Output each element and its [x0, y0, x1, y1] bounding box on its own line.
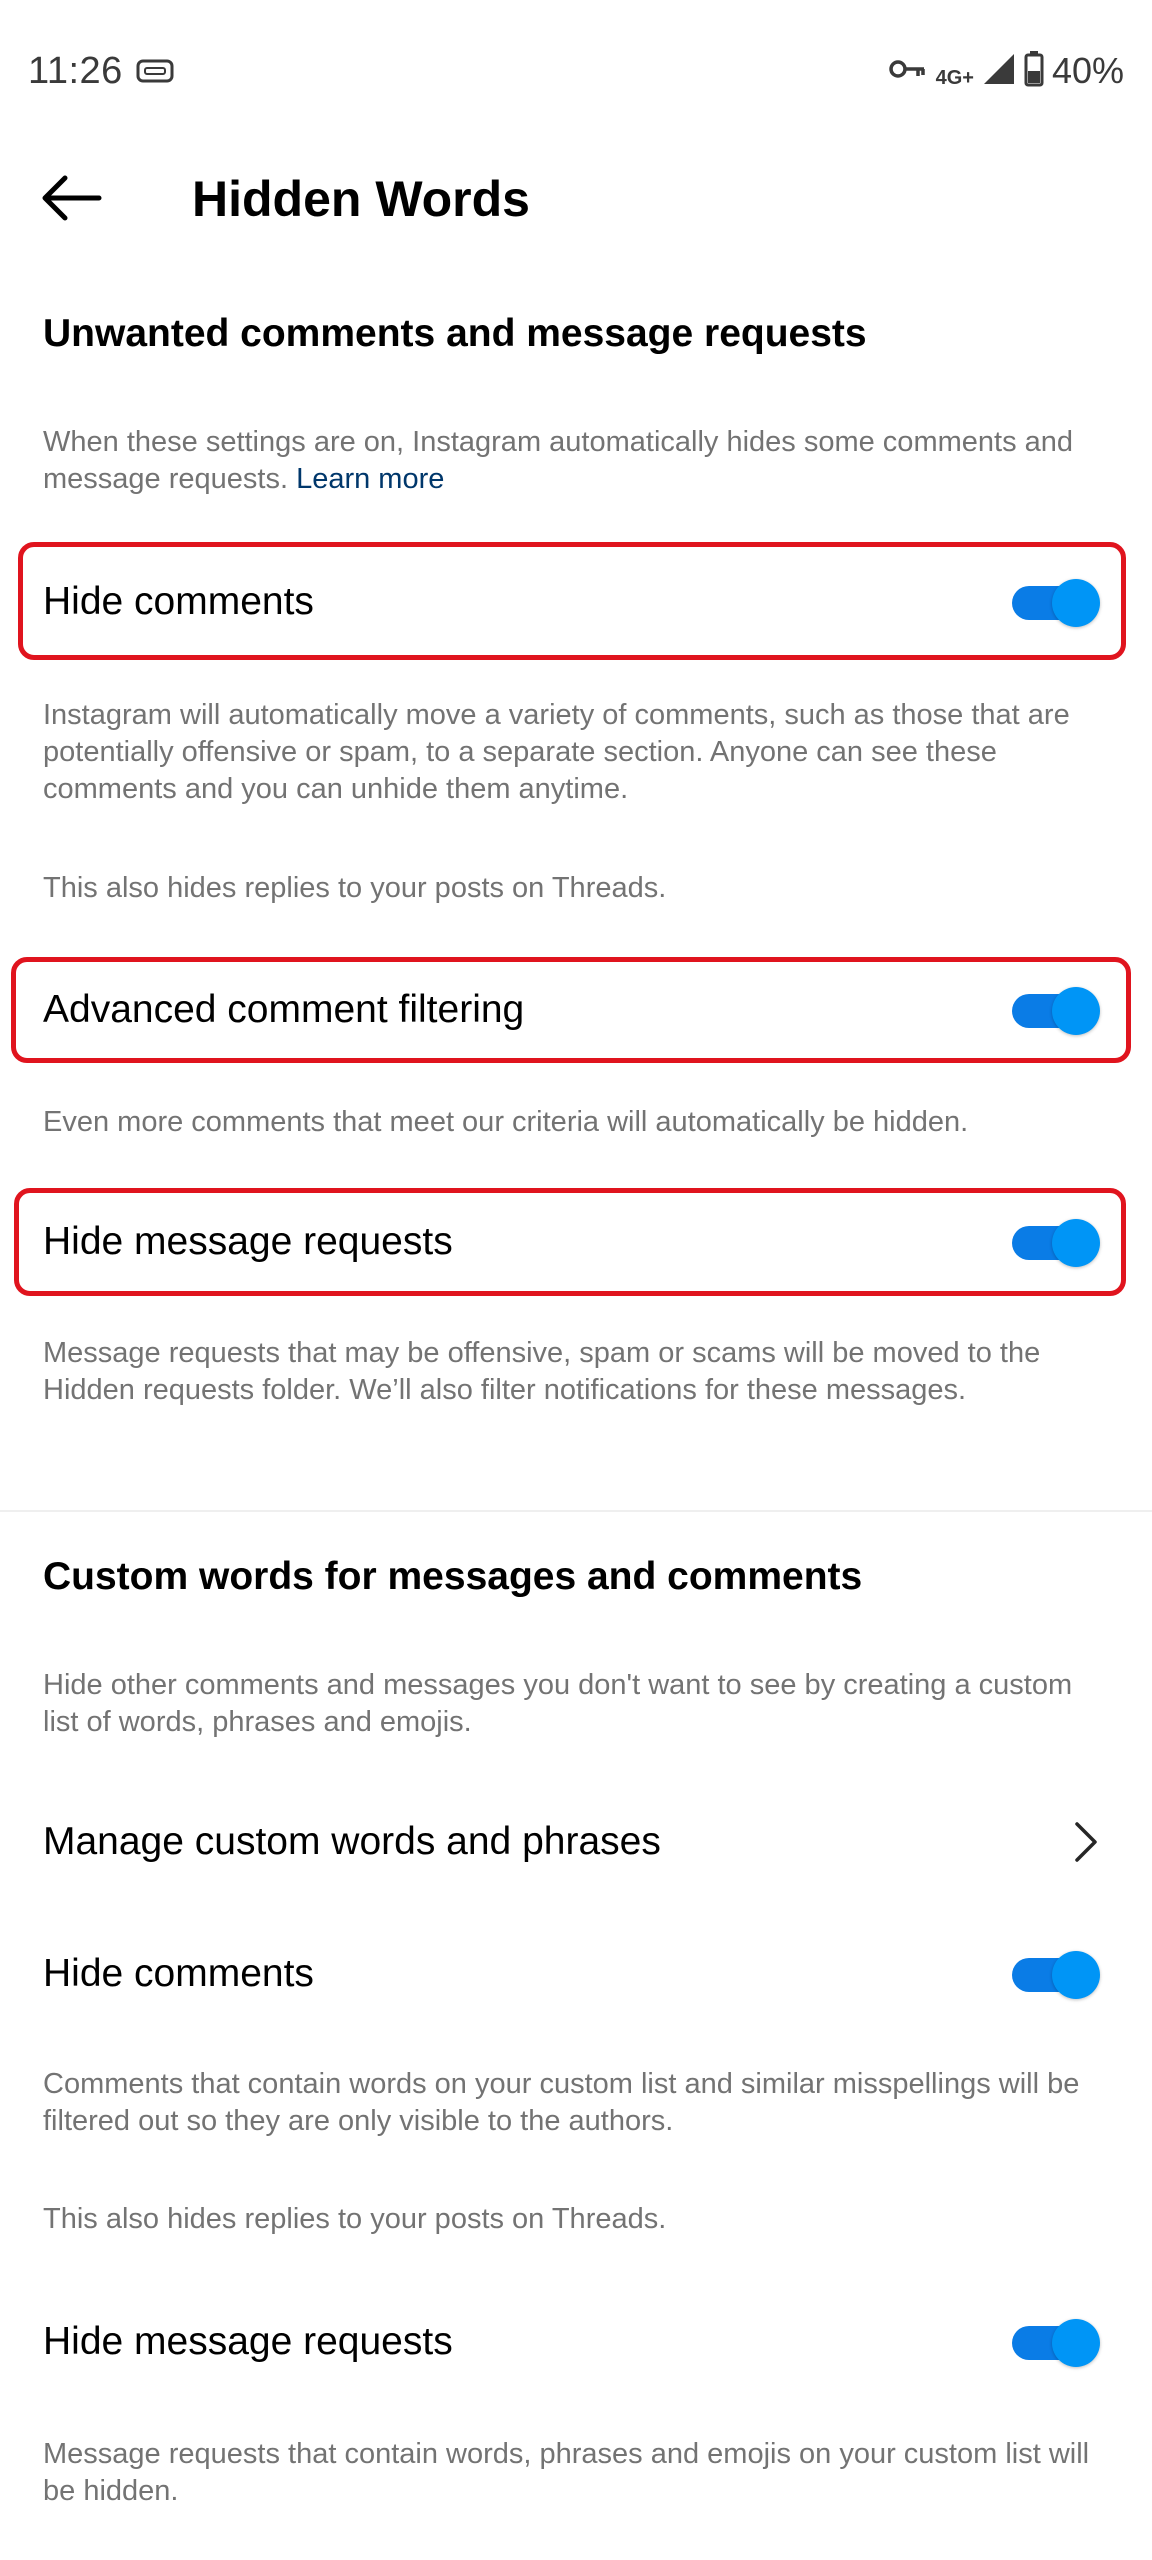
section-title-unwanted: Unwanted comments and message requests	[43, 312, 867, 355]
toggle-knob	[1052, 1219, 1100, 1267]
status-bar: 11:26 4G+ 40%	[0, 0, 1152, 140]
custom-hide-message-requests-toggle[interactable]	[1012, 2319, 1100, 2367]
page-title: Hidden Words	[192, 171, 530, 227]
toggle-knob	[1052, 2319, 1100, 2367]
section-description-unwanted: When these settings are on, Instagram au…	[43, 424, 1103, 498]
advanced-filtering-description: Even more comments that meet our criteri…	[43, 1106, 969, 1138]
toggle-knob	[1052, 987, 1100, 1035]
section-description-text: When these settings are on, Instagram au…	[43, 426, 1074, 495]
network-label: 4G+	[935, 66, 974, 89]
battery-percent: 40%	[1051, 50, 1124, 91]
hide-comments-description: Instagram will automatically move a vari…	[43, 699, 1070, 805]
arrow-left-icon	[39, 173, 103, 228]
custom-hide-comments-threads-note: This also hides replies to your posts on…	[43, 2203, 667, 2235]
back-button[interactable]	[36, 168, 106, 232]
key-icon	[888, 54, 928, 89]
learn-more-link[interactable]: Learn more	[296, 463, 444, 495]
row-manage-custom-words[interactable]: Manage custom words and phrases	[0, 1794, 1152, 1890]
custom-hide-message-requests-label: Hide message requests	[43, 2320, 453, 2363]
toggle-knob	[1052, 1951, 1100, 1999]
battery-icon	[1024, 50, 1044, 92]
advanced-filtering-toggle[interactable]	[1012, 987, 1100, 1035]
hide-message-requests-description: Message requests that may be offensive, …	[43, 1337, 1041, 1406]
row-custom-hide-comments[interactable]: Hide comments	[0, 1926, 1152, 2022]
hide-message-requests-toggle[interactable]	[1012, 1219, 1100, 1267]
row-custom-hide-message-requests[interactable]: Hide message requests	[0, 2294, 1152, 2390]
vpn-icon	[136, 58, 174, 89]
row-hide-message-requests[interactable]: Hide message requests	[0, 1194, 1152, 1290]
status-right-group: 4G+ 40%	[888, 50, 1124, 92]
row-hide-comments[interactable]: Hide comments	[0, 554, 1152, 650]
custom-hide-message-requests-description: Message requests that contain words, phr…	[43, 2438, 1090, 2507]
section-divider	[0, 1510, 1152, 1512]
chevron-right-icon	[1072, 1820, 1100, 1864]
hide-comments-threads-note: This also hides replies to your posts on…	[43, 872, 667, 904]
custom-hide-comments-toggle[interactable]	[1012, 1951, 1100, 1999]
manage-custom-words-label: Manage custom words and phrases	[43, 1820, 661, 1863]
advanced-filtering-label: Advanced comment filtering	[43, 988, 525, 1031]
signal-icon	[982, 52, 1016, 91]
hide-comments-label: Hide comments	[43, 580, 314, 623]
section-description-custom-words: Hide other comments and messages you don…	[43, 1669, 1073, 1738]
hide-comments-toggle[interactable]	[1012, 579, 1100, 627]
hide-message-requests-label: Hide message requests	[43, 1220, 453, 1263]
custom-hide-comments-description: Comments that contain words on your cust…	[43, 2068, 1080, 2137]
custom-hide-comments-label: Hide comments	[43, 1952, 314, 1995]
section-title-custom-words: Custom words for messages and comments	[43, 1555, 863, 1598]
header: Hidden Words	[0, 140, 1152, 260]
status-time: 11:26	[28, 50, 123, 92]
row-advanced-filtering[interactable]: Advanced comment filtering	[0, 962, 1152, 1058]
toggle-knob	[1052, 579, 1100, 627]
